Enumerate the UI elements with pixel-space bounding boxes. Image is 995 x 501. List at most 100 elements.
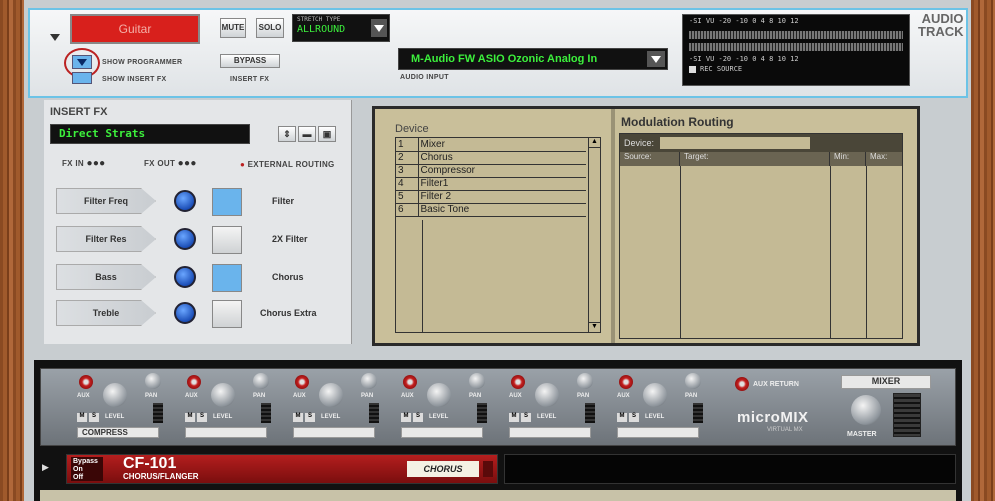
channel-name-label[interactable] xyxy=(293,427,375,438)
level-knob[interactable] xyxy=(427,383,451,407)
micromix-sub: VIRTUAL MX xyxy=(767,427,803,433)
mute-button[interactable]: M xyxy=(401,413,411,422)
rack-side-wood-left xyxy=(0,0,24,501)
show-programmer-toggle[interactable] xyxy=(72,55,92,69)
filter-freq-knob[interactable] xyxy=(174,190,196,212)
channel-name-label[interactable] xyxy=(509,427,591,438)
solo-button[interactable]: S xyxy=(413,413,423,422)
treble-knob[interactable] xyxy=(174,302,196,324)
pan-label: PAN xyxy=(361,393,374,399)
on-label: On xyxy=(73,466,83,473)
stretch-dropdown-button[interactable] xyxy=(371,19,387,37)
audio-track-header: Guitar MUTE SOLO STRETCH TYPE ALLROUND S… xyxy=(28,8,968,98)
rec-source-checkbox[interactable] xyxy=(689,65,696,73)
solo-button[interactable]: S xyxy=(305,413,315,422)
level-knob[interactable] xyxy=(319,383,343,407)
show-insert-fx-toggle[interactable] xyxy=(72,72,92,84)
level-knob[interactable] xyxy=(211,383,235,407)
chorus-extra-button[interactable] xyxy=(212,300,242,328)
audio-input-selector[interactable]: M-Audio FW ASIO Ozonic Analog In xyxy=(398,48,668,70)
patch-up-down-icon[interactable]: ⇕ xyxy=(278,126,296,142)
external-routing[interactable]: ● EXTERNAL ROUTING xyxy=(240,160,335,169)
device-name: Filter1 xyxy=(418,177,586,191)
pan-knob[interactable] xyxy=(253,373,269,389)
insert-fx-panel: INSERT FX Direct Strats ⇕ ▬ ▣ FX IN ●●● … xyxy=(44,100,352,344)
mute-button[interactable]: M xyxy=(185,413,195,422)
solo-button[interactable]: SOLO xyxy=(256,18,284,38)
param-filter-freq: Filter Freq xyxy=(56,188,156,214)
level-label: LEVEL xyxy=(429,414,449,420)
patch-name-display[interactable]: Direct Strats xyxy=(50,124,250,144)
pan-knob[interactable] xyxy=(685,373,701,389)
pan-knob[interactable] xyxy=(145,373,161,389)
list-item[interactable]: 2 Chorus xyxy=(396,151,586,165)
list-item[interactable]: 6 Basic Tone xyxy=(396,203,586,217)
solo-button[interactable]: S xyxy=(197,413,207,422)
aux-return-knob[interactable] xyxy=(735,377,749,391)
list-item[interactable]: 4 Filter1 xyxy=(396,177,586,191)
mute-button[interactable]: M xyxy=(509,413,519,422)
aux-knob[interactable] xyxy=(295,375,309,389)
pan-knob[interactable] xyxy=(577,373,593,389)
scroll-down-icon[interactable]: ▼ xyxy=(589,322,600,332)
filter-button[interactable] xyxy=(212,188,242,216)
device-num: 6 xyxy=(396,203,419,217)
level-knob[interactable] xyxy=(103,383,127,407)
bypass-on-off-switch[interactable]: Bypass On Off xyxy=(71,457,103,481)
aux-knob[interactable] xyxy=(619,375,633,389)
chorus-button[interactable] xyxy=(212,264,242,292)
aux-knob[interactable] xyxy=(511,375,525,389)
save-icon[interactable]: ▣ xyxy=(318,126,336,142)
master-knob[interactable] xyxy=(851,395,881,425)
chevron-down-icon xyxy=(374,25,384,32)
pan-label: PAN xyxy=(577,393,590,399)
level-knob[interactable] xyxy=(643,383,667,407)
patch-browser-icon[interactable] xyxy=(483,461,493,477)
grid-line xyxy=(830,166,831,338)
mute-button[interactable]: MUTE xyxy=(220,18,246,38)
audio-input-value: M-Audio FW ASIO Ozonic Analog In xyxy=(411,53,598,65)
aux-knob[interactable] xyxy=(187,375,201,389)
level-label: LEVEL xyxy=(645,414,665,420)
rec-source[interactable]: REC SOURCE xyxy=(683,65,909,73)
channel-name-label[interactable] xyxy=(617,427,699,438)
level-knob[interactable] xyxy=(535,383,559,407)
track-name-field[interactable]: Guitar xyxy=(70,14,200,44)
aux-knob[interactable] xyxy=(403,375,417,389)
scroll-up-icon[interactable]: ▲ xyxy=(589,138,600,148)
solo-button[interactable]: S xyxy=(521,413,531,422)
cf-101-patch-label[interactable]: CHORUS xyxy=(407,461,479,477)
external-routing-label: EXTERNAL ROUTING xyxy=(247,160,335,169)
fx-out-leds: ●●● xyxy=(177,158,197,169)
list-item[interactable]: 5 Filter 2 xyxy=(396,190,586,204)
device-list-scrollbar[interactable]: ▲ ▼ xyxy=(588,138,600,332)
stretch-type-selector[interactable]: STRETCH TYPE ALLROUND xyxy=(292,14,390,42)
folder-icon[interactable]: ▬ xyxy=(298,126,316,142)
bass-knob[interactable] xyxy=(174,266,196,288)
channel-meter xyxy=(693,403,703,423)
fold-right-icon[interactable]: ▶ xyxy=(42,462,52,472)
filter-res-knob[interactable] xyxy=(174,228,196,250)
aux-knob[interactable] xyxy=(79,375,93,389)
channel-name-label[interactable] xyxy=(185,427,267,438)
audio-input-label: AUDIO INPUT xyxy=(400,74,449,81)
channel-name-label[interactable] xyxy=(401,427,483,438)
fold-triangle-icon[interactable] xyxy=(50,34,60,41)
cf-101-chorus-flanger: Bypass On Off CF-101 CHORUS/FLANGER CHOR… xyxy=(66,454,498,484)
mute-button[interactable]: M xyxy=(293,413,303,422)
triangle-down-icon xyxy=(77,59,87,66)
mute-button[interactable]: M xyxy=(617,413,627,422)
2x-filter-button[interactable] xyxy=(212,226,242,254)
aux-label: AUX xyxy=(293,393,306,399)
audio-input-dropdown-button[interactable] xyxy=(647,51,665,67)
list-item[interactable]: 3 Compressor xyxy=(396,164,586,178)
solo-button[interactable]: S xyxy=(89,413,99,422)
pan-knob[interactable] xyxy=(361,373,377,389)
channel-name-label[interactable]: COMPRESS xyxy=(77,427,159,438)
list-item[interactable]: 1 Mixer xyxy=(396,138,586,152)
rack-empty-slot xyxy=(504,454,956,484)
solo-button[interactable]: S xyxy=(629,413,639,422)
mute-button[interactable]: M xyxy=(77,413,87,422)
bypass-button[interactable]: BYPASS xyxy=(220,54,280,68)
pan-knob[interactable] xyxy=(469,373,485,389)
